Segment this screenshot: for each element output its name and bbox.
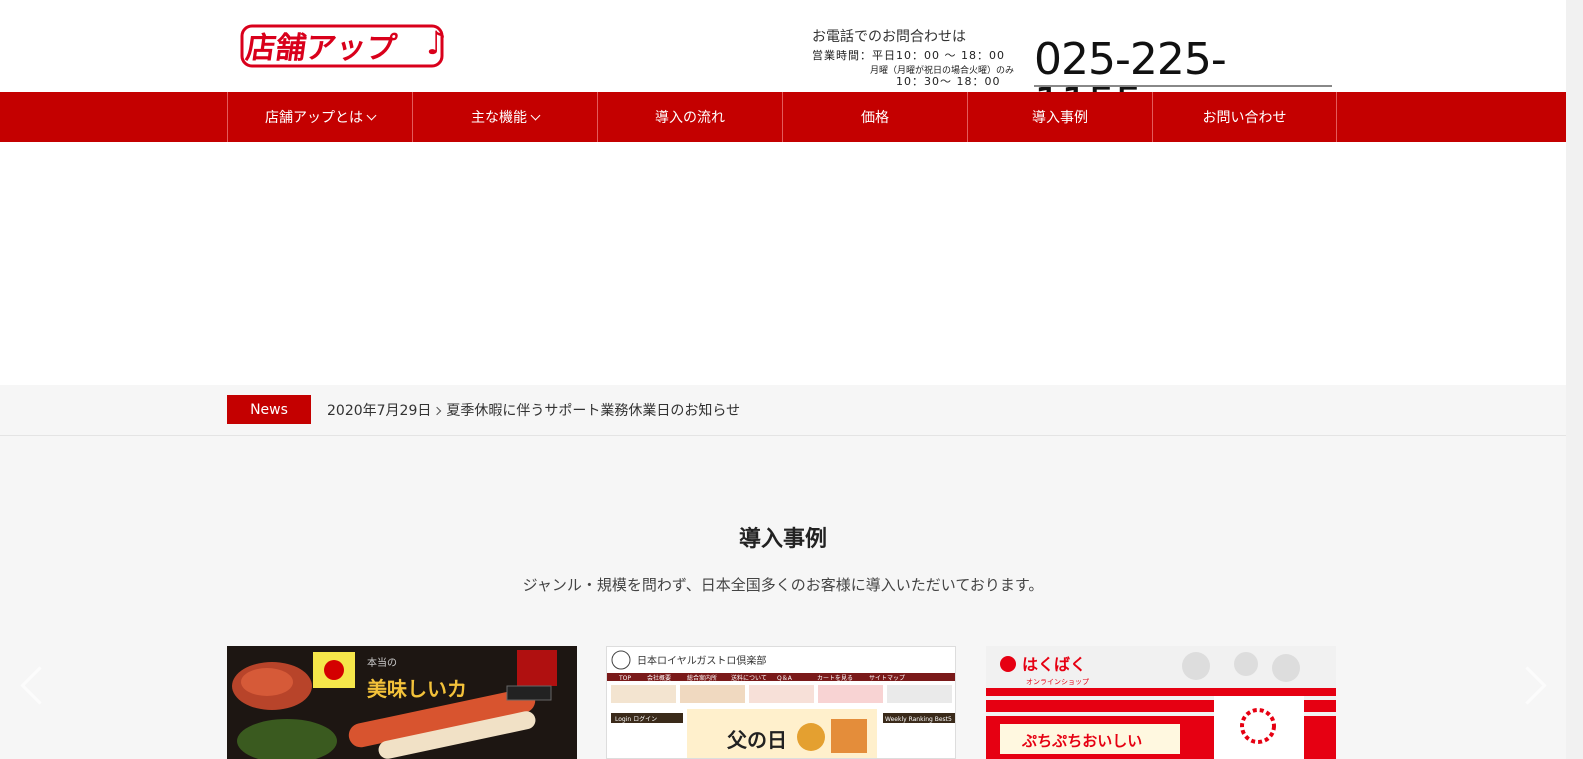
chevron-down-icon: [366, 110, 377, 120]
card-sub: オンラインショップ: [1026, 678, 1089, 686]
carousel-next-button[interactable]: [1508, 666, 1547, 705]
contact-info: お電話でのお問合わせは 営業時間：平日10：00 ～ 18：00 月曜（月曜が祝…: [812, 26, 1332, 126]
section-title: 導入事例: [738, 527, 827, 552]
carousel-prev-button[interactable]: [20, 666, 59, 705]
scrollbar[interactable]: [1566, 0, 1583, 759]
nav-label: 導入の流れ: [655, 110, 725, 126]
business-hours: 営業時間：平日10：00 ～ 18：00: [812, 49, 1005, 62]
business-hours-monday: 10：30～ 18：00: [896, 75, 1001, 88]
card-headline: ぷちぷちおいしい: [1021, 732, 1142, 750]
case-thumbnail-crab: 本当の 美味しいカ: [227, 646, 577, 759]
card-login: Login ログイン: [615, 715, 657, 723]
card-nav-3: 総合案内所: [687, 674, 717, 682]
phone-underline: [1034, 85, 1332, 87]
news-item[interactable]: 2020年7月29日 夏季休暇に伴うサポート業務休業日のお知らせ: [327, 400, 740, 420]
chevron-right-icon: [433, 406, 442, 416]
news-date: 2020年7月29日: [327, 403, 432, 419]
nav-item-contact[interactable]: お問い合わせ: [1152, 92, 1337, 142]
card-nav-4: 送料について: [731, 674, 767, 682]
case-card-gastro[interactable]: 日本ロイヤルガストロ倶楽部 TOP 会社概要 総合案内所 送料について Q＆A …: [606, 646, 956, 759]
nav-label: 主な機能: [471, 110, 527, 126]
card-text: 本当の: [367, 656, 397, 669]
card-promo: 父の日: [726, 728, 787, 752]
contact-label: お電話でのお問合わせは: [812, 29, 966, 45]
nav-item-about[interactable]: 店舗アップとは: [227, 92, 412, 142]
case-card-hakubaku[interactable]: はくばく オンラインショップ ぷちぷちおいしい: [986, 646, 1336, 759]
nav-item-flow[interactable]: 導入の流れ: [597, 92, 782, 142]
card-nav-7: サイトマップ: [869, 675, 905, 682]
news-ticker: News 2020年7月29日 夏季休暇に伴うサポート業務休業日のお知らせ: [0, 385, 1583, 436]
site-logo[interactable]: 店舗アップ ♪: [240, 20, 458, 72]
section-subtitle: ジャンル・規模を問わず、日本全国多くのお客様に導入いただいております。: [522, 576, 1044, 594]
card-ranking: Weekly Ranking Best5: [885, 716, 952, 723]
card-nav-2: 会社概要: [647, 674, 671, 682]
nav-label: 店舗アップとは: [265, 110, 363, 126]
hero-banner: [0, 142, 1566, 385]
card-nav-5: Q＆A: [777, 675, 793, 682]
case-card-crab[interactable]: 本当の 美味しいカ: [227, 646, 577, 759]
nav-label: 価格: [861, 110, 889, 126]
case-thumbnail-gastro: 日本ロイヤルガストロ倶楽部 TOP 会社概要 総合案内所 送料について Q＆A …: [607, 647, 955, 758]
card-nav-6: カートを見る: [817, 675, 853, 682]
card-nav-1: TOP: [618, 675, 631, 682]
card-brand: はくばく: [1022, 655, 1086, 674]
chevron-down-icon: [530, 110, 541, 120]
main-nav: 店舗アップとは 主な機能 導入の流れ 価格 導入事例 お問い合わせ: [0, 92, 1568, 142]
nav-label: 導入事例: [1032, 110, 1088, 126]
site-header: 店舗アップ ♪ お電話でのお問合わせは 営業時間：平日10：00 ～ 18：00…: [0, 0, 1583, 126]
nav-item-features[interactable]: 主な機能: [412, 92, 597, 142]
card-brand: 日本ロイヤルガストロ倶楽部: [637, 654, 766, 667]
nav-item-cases[interactable]: 導入事例: [967, 92, 1152, 142]
nav-label: お問い合わせ: [1202, 110, 1287, 126]
nav-item-price[interactable]: 価格: [782, 92, 967, 142]
case-thumbnail-hakubaku: はくばく オンラインショップ ぷちぷちおいしい: [986, 646, 1336, 759]
card-headline: 美味しいカ: [367, 677, 467, 701]
svg-text:♪: ♪: [426, 24, 446, 62]
svg-text:店舗アップ: 店舗アップ: [244, 31, 400, 66]
news-badge: News: [227, 395, 311, 424]
news-title: 夏季休暇に伴うサポート業務休業日のお知らせ: [446, 403, 741, 419]
